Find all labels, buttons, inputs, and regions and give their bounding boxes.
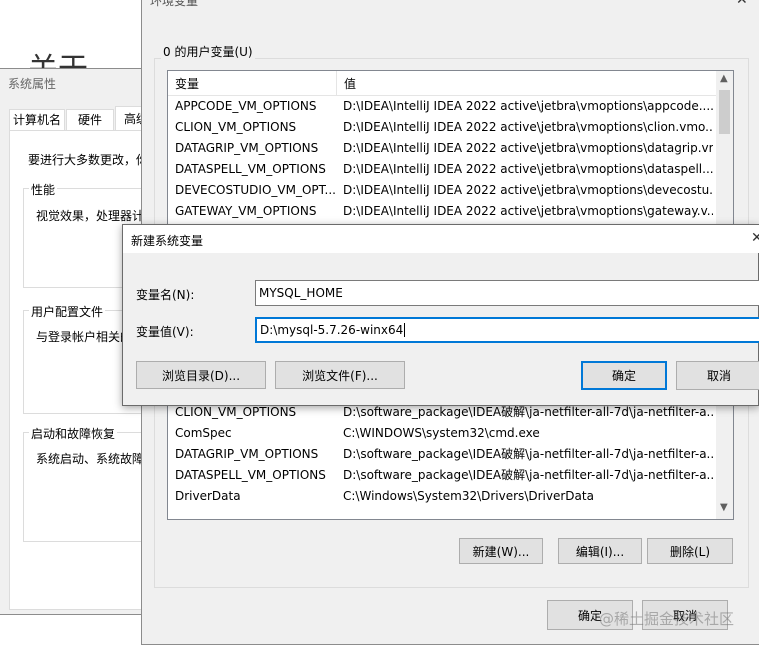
scroll-up-icon[interactable]: ▲ [720,73,728,84]
table-row[interactable]: CLION_VM_OPTIONS D:\IDEA\IntelliJ IDEA 20… [168,117,716,138]
performance-label: 性能 [29,181,58,198]
browse-directory-label: 浏览目录(D)... [161,368,241,383]
variable-value-cell: C:\WINDOWS\system32\cmd.exe [343,426,540,440]
variable-value-cell: D:\IDEA\IntelliJ IDEA 2022 active\jetbra… [343,120,713,134]
close-icon[interactable]: ✕ [736,0,748,9]
delete-variable-button[interactable]: 删除(L) [647,538,733,564]
variable-value-cell: D:\software_package\IDEA破解\ja-netfilter-… [343,468,713,482]
variable-name-cell: DATAGRIP_VM_OPTIONS [175,447,319,461]
variable-value-label: 变量值(V): [136,325,194,339]
variable-name-cell: ComSpec [175,426,232,440]
column-header-variable[interactable]: 变量 [175,75,199,92]
browse-file-label: 浏览文件(F)... [302,368,378,383]
table-row[interactable]: DriverData C:\Windows\System32\Drivers\Dr… [168,486,716,507]
variable-value-input[interactable]: D:\mysql-5.7.26-winx64 [255,317,759,343]
new-var-ok-label: 确定 [611,369,636,383]
scroll-down-icon[interactable]: ▼ [720,502,728,513]
user-vars-list: 变量 值 APPCODE_VM_OPTIONS D:\IDEA\IntelliJ … [167,70,734,240]
variable-value-value: D:\mysql-5.7.26-winx64 [260,323,404,337]
variable-value-cell: D:\IDEA\IntelliJ IDEA 2022 active\jetbra… [343,141,713,155]
system-properties-title: 系统属性 [8,77,57,91]
browse-directory-button[interactable]: 浏览目录(D)... [136,361,266,389]
variable-name-value: MYSQL_HOME [259,286,343,300]
scroll-thumb[interactable] [719,90,730,134]
table-row[interactable]: ComSpec C:\WINDOWS\system32\cmd.exe [168,423,716,444]
variable-value-cell: D:\IDEA\IntelliJ IDEA 2022 active\jetbra… [343,183,713,197]
variable-value-cell: D:\IDEA\IntelliJ IDEA 2022 active\jetbra… [343,99,713,113]
variable-name-cell: DATASPELL_VM_OPTIONS [175,162,326,176]
new-var-titlebar: 新建系统变量 ✕ [123,225,759,253]
background-window: 关于 [0,0,146,70]
background-window-title: 关于 [28,52,88,70]
startup-desc: 系统启动、系统故障 [36,452,145,466]
new-variable-button-label: 新建(W)... [472,544,530,559]
variable-name-cell: APPCODE_VM_OPTIONS [175,99,317,113]
table-row[interactable]: DATAGRIP_VM_OPTIONS D:\software_package\I… [168,444,716,465]
variable-value-cell: D:\software_package\IDEA破解\ja-netfilter-… [343,447,713,461]
table-row[interactable]: DATAGRIP_VM_OPTIONS D:\IDEA\IntelliJ IDEA… [168,138,716,159]
column-header-value[interactable]: 值 [344,75,356,92]
variable-name-cell: DATAGRIP_VM_OPTIONS [175,141,319,155]
new-var-dialog: 新建系统变量 ✕ 变量名(N): MYSQL_HOME 变量值(V): D:\m… [122,224,759,406]
column-divider [336,71,337,95]
user-vars-scrollbar[interactable]: ▲ [716,71,733,239]
env-vars-title: 环境变量 [150,0,199,8]
new-var-ok-button[interactable]: 确定 [581,361,667,390]
system-rows-container: CLION_VM_OPTIONS D:\software_package\IDEA… [168,402,716,519]
variable-name-cell: DEVECOSTUDIO_VM_OPT... [175,183,336,197]
variable-name-label: 变量名(N): [136,288,195,302]
variable-value-cell: C:\Windows\System32\Drivers\DriverData [343,489,594,503]
user-rows-container: APPCODE_VM_OPTIONS D:\IDEA\IntelliJ IDEA … [168,96,716,239]
tab-hardware[interactable]: 硬件 [66,109,114,131]
new-var-title: 新建系统变量 [131,234,204,248]
variable-value-cell: D:\IDEA\IntelliJ IDEA 2022 active\jetbra… [343,162,713,176]
delete-variable-button-label: 删除(L) [669,544,711,559]
text-cursor [404,323,406,337]
new-variable-button[interactable]: 新建(W)... [459,538,543,564]
user-vars-label: 0 的用户变量(U) [161,43,255,60]
tab-computer-name-label: 计算机名 [12,113,61,127]
tab-hardware-label: 硬件 [77,113,102,127]
table-row[interactable]: APPCODE_VM_OPTIONS D:\IDEA\IntelliJ IDEA … [168,96,716,117]
variable-name-cell: GATEWAY_VM_OPTIONS [175,204,317,218]
new-var-cancel-button[interactable]: 取消 [676,361,759,390]
table-row[interactable]: GATEWAY_VM_OPTIONS D:\IDEA\IntelliJ IDEA … [168,201,716,222]
startup-label: 启动和故障恢复 [29,425,118,442]
variable-name-input[interactable]: MYSQL_HOME [255,280,759,306]
edit-variable-button[interactable]: 编辑(I)... [558,538,642,564]
variable-name-cell: DATASPELL_VM_OPTIONS [175,468,326,482]
variable-name-cell: CLION_VM_OPTIONS [175,120,297,134]
variable-value-cell: D:\IDEA\IntelliJ IDEA 2022 active\jetbra… [343,204,713,218]
variable-name-cell: DriverData [175,489,241,503]
new-var-close-icon[interactable]: ✕ [751,230,759,246]
tab-computer-name[interactable]: 计算机名 [9,109,65,131]
table-row[interactable]: DATASPELL_VM_OPTIONS D:\IDEA\IntelliJ IDE… [168,159,716,180]
admin-note: 要进行大多数更改，你 [28,153,149,167]
user-profiles-label: 用户配置文件 [29,303,106,320]
table-row[interactable]: DEVECOSTUDIO_VM_OPT... D:\IDEA\IntelliJ I… [168,180,716,201]
browse-file-button[interactable]: 浏览文件(F)... [275,361,405,389]
new-var-cancel-label: 取消 [706,369,731,383]
edit-variable-button-label: 编辑(I)... [575,544,625,559]
performance-desc: 视觉效果，处理器计 [36,209,145,223]
list-header: 变量 值 [168,71,716,96]
watermark: @稀土掘金技术社区 [599,610,735,628]
table-row[interactable]: DATASPELL_VM_OPTIONS D:\software_package\… [168,465,716,486]
user-profiles-desc: 与登录帐户相关的 [36,330,133,344]
